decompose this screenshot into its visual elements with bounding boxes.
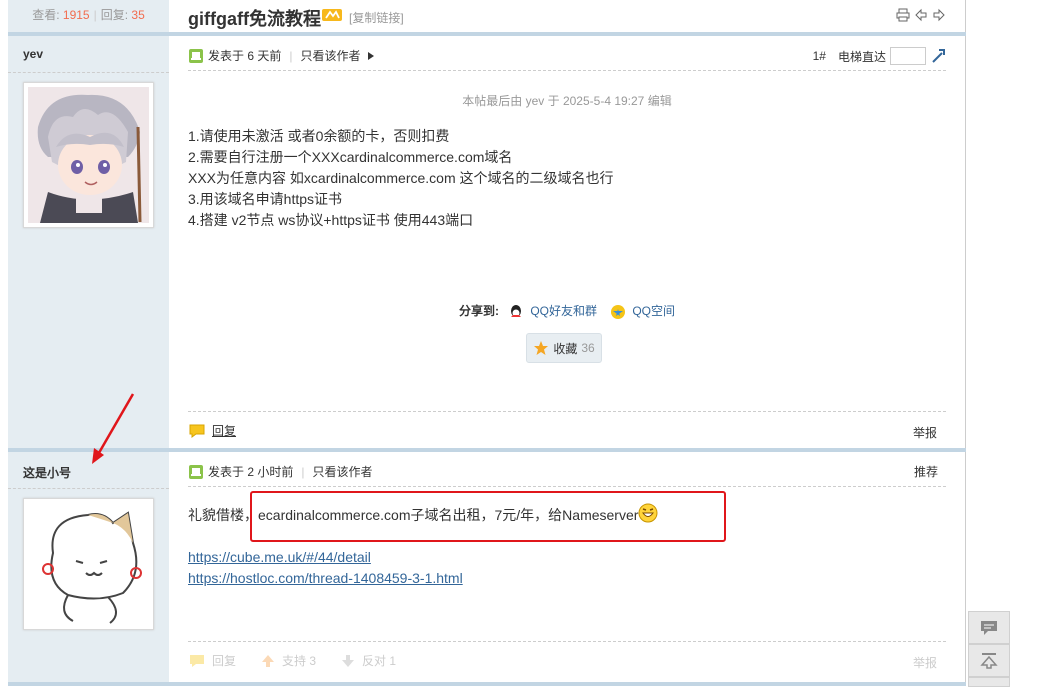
post2-meta: 发表于 2 小时前 | 只看该作者 (188, 463, 372, 480)
caret-right-icon (368, 51, 375, 60)
thread-title-row: giffgaff免流教程 [复制链接] (169, 0, 966, 32)
thumbs-down-icon (342, 654, 355, 667)
post1-floor: 1# 电梯直达 (813, 47, 946, 65)
highlight-box (250, 491, 726, 542)
post2-link-hostloc[interactable]: https://hostloc.com/thread-1408459-3-1.h… (188, 570, 463, 586)
quick-reply-button[interactable] (968, 611, 1010, 644)
post1-time: 发表于 6 天前 (208, 49, 282, 63)
post2-only-author-link[interactable]: 只看该作者 (312, 463, 372, 480)
thread-stats: 查看: 1915 | 回复: 35 (32, 8, 145, 22)
floor-number: 1# (812, 49, 826, 63)
star-icon (534, 341, 549, 355)
post2-recommend-link[interactable]: 推荐 (914, 463, 938, 480)
favorite-button[interactable]: 收藏 36 (526, 333, 602, 363)
next-thread-icon[interactable] (932, 8, 946, 22)
post2-report-link[interactable]: 举报 (913, 654, 937, 671)
favorite-label: 收藏 (553, 341, 578, 356)
prev-thread-icon[interactable] (914, 8, 928, 22)
post2-avatar[interactable] (23, 498, 154, 630)
post1-reply-link[interactable]: 回复 (212, 422, 236, 439)
reply-bubble-icon (190, 654, 204, 667)
post1-header: 发表于 6 天前 | 只看该作者 1# 电梯直达 (188, 43, 946, 67)
edit-note: 本帖最后由 yev 于 2025-5-4 19:27 编辑 (462, 94, 672, 108)
header-divider (188, 70, 946, 71)
divider (8, 32, 966, 36)
reply-bubble-icon (189, 424, 205, 438)
post1-only-author-link[interactable]: 只看该作者 (300, 47, 360, 64)
share-bar: 分享到: QQ好友和群 QQ空间 (188, 302, 946, 320)
divider (8, 448, 966, 452)
post1-content: 1.请使用未激活 或者0余额的卡，否则扣费 2.需要自行注册一个XXXcardi… (188, 126, 614, 231)
post1-footer-divider (188, 411, 946, 412)
post2-author-name[interactable]: 这是小号 (23, 464, 71, 481)
post2-support-link[interactable]: 支持 3 (282, 652, 316, 669)
post2-oppose-link[interactable]: 反对 1 (362, 652, 396, 669)
post1-reply[interactable]: 回复 (188, 422, 236, 439)
post2-header: 发表于 2 小时前 | 只看该作者 推荐 (188, 459, 946, 483)
floating-toolbar (968, 611, 1010, 687)
thread-title: giffgaff免流教程 (188, 9, 321, 29)
elevator-label: 电梯直达 (837, 49, 886, 64)
post1-report-link[interactable]: 举报 (913, 424, 937, 441)
anime-avatar-image (28, 87, 149, 223)
annotation-arrow (92, 393, 135, 464)
views-count: 1915 (62, 8, 90, 22)
favorite-count: 36 (581, 341, 595, 355)
content-line: 1.请使用未激活 或者0余额的卡，否则扣费 (188, 128, 450, 144)
thread-tools (896, 8, 946, 22)
header-divider (188, 486, 946, 487)
share-label: 分享到: (458, 304, 499, 318)
thread-container: 查看: 1915 | 回复: 35 giffgaff免流教程 [复制链接] yev (8, 0, 966, 686)
post1-author-name[interactable]: yev (23, 47, 43, 61)
arrow-up-icon (980, 652, 998, 669)
post1-avatar[interactable] (23, 82, 154, 228)
jump-icon[interactable] (930, 48, 946, 64)
content-line: XXX为任意内容 如xcardinalcommerce.com 这个域名的二级域… (188, 170, 614, 186)
hot-badge-icon (322, 9, 342, 21)
cartoon-cat-avatar-image (28, 503, 149, 625)
share-qzone-link[interactable]: QQ空间 (632, 304, 675, 318)
copy-link[interactable]: [复制链接] (349, 9, 404, 26)
content-line: 3.用该域名申请https证书 (188, 191, 343, 207)
post2-link-cube[interactable]: https://cube.me.uk/#/44/detail (188, 549, 371, 565)
print-icon[interactable] (896, 8, 910, 22)
views-label: 查看: (32, 8, 60, 22)
post2-time: 发表于 2 小时前 (208, 465, 294, 479)
recommend-label: 推荐 (913, 465, 938, 479)
post2-footer-divider (188, 641, 946, 642)
back-to-top-button[interactable] (968, 644, 1010, 677)
thumbs-up-icon (262, 654, 275, 667)
content-line: 4.搭建 v2节点 ws协议+https证书 使用443端口 (188, 212, 474, 228)
post2-actions: 回复 支持 3 反对 1 (188, 652, 396, 669)
share-qq-link[interactable]: QQ好友和群 (530, 304, 597, 318)
replies-count: 35 (131, 8, 145, 22)
divider (8, 682, 966, 686)
comment-icon (981, 620, 997, 635)
replies-label: 回复: (100, 8, 129, 22)
qq-icon (511, 304, 522, 317)
post2-reply-link[interactable]: 回复 (212, 652, 236, 669)
content-line: 2.需要自行注册一个XXXcardinalcommerce.com域名 (188, 149, 513, 165)
author-divider (8, 488, 169, 489)
post2-text-prefix: 礼貌借楼， (188, 507, 258, 523)
online-status-icon (189, 48, 203, 63)
elevator-input[interactable] (890, 47, 926, 65)
online-status-icon (189, 464, 203, 479)
author-divider (8, 72, 169, 73)
qzone-icon (611, 304, 626, 319)
post1-meta: 发表于 6 天前 | 只看该作者 (188, 47, 376, 64)
